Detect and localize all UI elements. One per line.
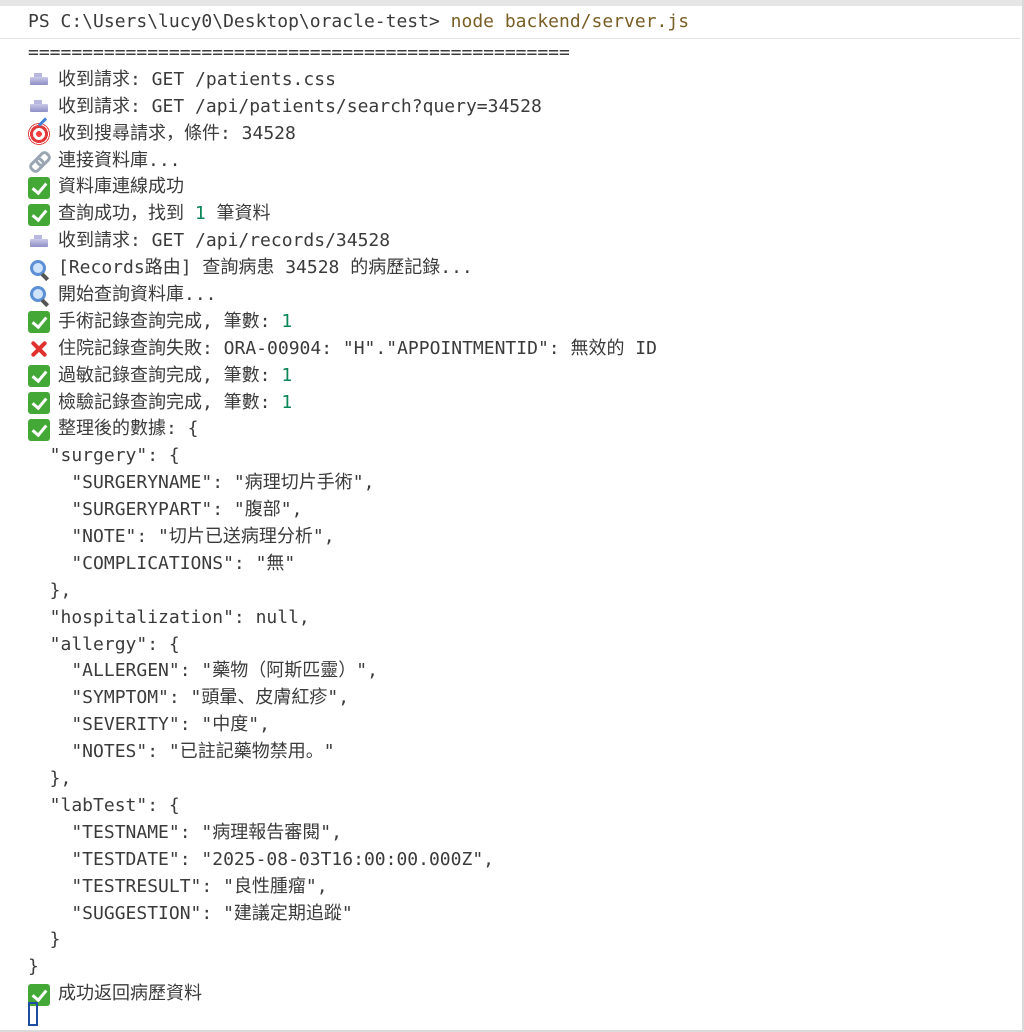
terminal-line-text: "COMPLICATIONS": "無" xyxy=(28,552,296,574)
terminal-line: "SUGGESTION": "建議定期追蹤" xyxy=(28,901,1018,928)
terminal-line: ========================================… xyxy=(28,40,1018,67)
terminal-line-text: "NOTES": "已註記藥物禁用。" xyxy=(28,741,335,763)
terminal-line: } xyxy=(28,927,1018,954)
check-icon xyxy=(28,176,50,199)
terminal-line-text: }, xyxy=(28,768,72,790)
terminal-line: "NOTE": "切片已送病理分析", xyxy=(28,524,1018,551)
terminal-line-text: "TESTRESULT": "良性腫瘤", xyxy=(28,875,328,897)
terminal-line: "TESTRESULT": "良性腫瘤", xyxy=(28,874,1018,901)
terminal-line-text: 手術記錄查詢完成, 筆數: xyxy=(58,310,282,332)
terminal-line-text: 收到請求: GET /api/patients/search?query=345… xyxy=(58,95,542,117)
prompt-divider xyxy=(0,38,1020,39)
terminal-line: 手術記錄查詢完成, 筆數: 1 xyxy=(28,309,1018,336)
link-icon xyxy=(28,150,50,172)
terminal-line: 過敏記錄查詢完成, 筆數: 1 xyxy=(28,363,1018,390)
terminal-line: "hospitalization": null, xyxy=(28,605,1018,632)
terminal-line: 整理後的數據: { xyxy=(28,416,1018,443)
terminal-line-text: 連接資料庫... xyxy=(58,149,181,171)
target-icon xyxy=(28,123,50,146)
terminal-line: "labTest": { xyxy=(28,793,1018,820)
terminal-line-text: ========================================… xyxy=(28,42,570,63)
terminal-line: 收到請求: GET /api/patients/search?query=345… xyxy=(28,94,1018,121)
check-icon xyxy=(28,392,50,415)
terminal-line: "TESTDATE": "2025-08-03T16:00:00.000Z", xyxy=(28,847,1018,874)
terminal-line-text: "labTest": { xyxy=(28,794,180,816)
terminal-cursor[interactable] xyxy=(28,1002,38,1026)
terminal-line: "NOTES": "已註記藥物禁用。" xyxy=(28,739,1018,766)
terminal-line: 檢驗記錄查詢完成, 筆數: 1 xyxy=(28,390,1018,417)
terminal-line-number: 1 xyxy=(281,391,293,413)
terminal-panel[interactable]: PS C:\Users\lucy0\Desktop\oracle-test> n… xyxy=(0,6,1020,1030)
terminal-line-text: 查詢成功，找到 xyxy=(58,203,195,225)
terminal-line: "SEVERITY": "中度", xyxy=(28,712,1018,739)
terminal-line: 住院記錄查詢失敗: ORA-00904: "H"."APPOINTMENTID"… xyxy=(28,336,1018,363)
terminal-line-text: "SEVERITY": "中度", xyxy=(28,714,270,736)
terminal-line-text: [Records路由] 查詢病患 34528 的病歷記錄... xyxy=(58,257,473,279)
inbox-icon xyxy=(28,231,50,253)
terminal-line-text: "SURGERYNAME": "病理切片手術", xyxy=(28,472,375,494)
terminal-line-number: 1 xyxy=(281,364,293,386)
terminal-line-text: "SUGGESTION": "建議定期追蹤" xyxy=(28,902,353,924)
terminal-line-number: 1 xyxy=(194,203,206,225)
terminal-line-text: } xyxy=(28,929,61,951)
terminal-line: 查詢成功，找到 1 筆資料 xyxy=(28,201,1018,228)
terminal-line: }, xyxy=(28,578,1018,605)
terminal-line: }, xyxy=(28,766,1018,793)
cross-icon xyxy=(28,338,50,360)
magnifier-icon xyxy=(28,258,50,280)
terminal-line-text: "allergy": { xyxy=(28,633,180,655)
terminal-line: 開始查詢資料庫... xyxy=(28,282,1018,309)
check-icon xyxy=(28,418,50,441)
terminal-line: } xyxy=(28,954,1018,981)
terminal-line-text: }, xyxy=(28,579,72,601)
terminal-line: [Records路由] 查詢病患 34528 的病歷記錄... xyxy=(28,255,1018,282)
terminal-line-text: "SYMPTOM": "頭暈、皮膚紅疹", xyxy=(28,687,350,709)
terminal-line: "ALLERGEN": "藥物（阿斯匹靈）", xyxy=(28,658,1018,685)
prompt-command: node backend/server.js xyxy=(450,11,690,32)
terminal-line-tail: 筆資料 xyxy=(205,203,271,225)
terminal-line: "COMPLICATIONS": "無" xyxy=(28,551,1018,578)
terminal-line-text: 資料庫連線成功 xyxy=(58,176,184,198)
terminal-line: 收到搜尋請求，條件: 34528 xyxy=(28,121,1018,148)
terminal-line-text: "surgery": { xyxy=(28,445,180,467)
prompt-path: PS C:\Users\lucy0\Desktop\oracle-test> xyxy=(28,11,451,32)
terminal-line-text: 收到請求: GET /api/records/34528 xyxy=(58,230,391,252)
magnifier-icon xyxy=(28,284,50,306)
inbox-icon xyxy=(28,69,50,91)
terminal-line-text: 開始查詢資料庫... xyxy=(58,284,217,306)
terminal-line: "SYMPTOM": "頭暈、皮膚紅疹", xyxy=(28,685,1018,712)
terminal-line-text: "TESTNAME": "病理報告審閱", xyxy=(28,821,342,843)
terminal-line: 連接資料庫... xyxy=(28,148,1018,175)
check-icon xyxy=(28,365,50,388)
terminal-line: 資料庫連線成功 xyxy=(28,174,1018,201)
terminal-line: "SURGERYPART": "腹部", xyxy=(28,497,1018,524)
terminal-line: "TESTNAME": "病理報告審閱", xyxy=(28,820,1018,847)
terminal-line-text: 收到搜尋請求，條件: 34528 xyxy=(58,122,296,144)
terminal-line-text: 檢驗記錄查詢完成, 筆數: xyxy=(58,391,282,413)
terminal-line: 成功返回病歷資料 xyxy=(28,981,1018,1008)
check-icon xyxy=(28,311,50,334)
terminal-line-text: 成功返回病歷資料 xyxy=(58,983,202,1005)
terminal-line-text: 過敏記錄查詢完成, 筆數: xyxy=(58,364,282,386)
terminal-line-text: 整理後的數據: { xyxy=(58,418,199,440)
prompt-line: PS C:\Users\lucy0\Desktop\oracle-test> n… xyxy=(28,9,689,35)
terminal-output: ========================================… xyxy=(28,40,1018,1008)
terminal-line-text: } xyxy=(28,956,39,978)
inbox-icon xyxy=(28,96,50,118)
terminal-line: "SURGERYNAME": "病理切片手術", xyxy=(28,470,1018,497)
terminal-line-text: "NOTE": "切片已送病理分析", xyxy=(28,526,335,548)
terminal-line-text: "SURGERYPART": "腹部", xyxy=(28,499,303,521)
terminal-line-text: "TESTDATE": "2025-08-03T16:00:00.000Z", xyxy=(28,848,494,870)
terminal-line: 收到請求: GET /patients.css xyxy=(28,67,1018,94)
terminal-line-text: 住院記錄查詢失敗: ORA-00904: "H"."APPOINTMENTID"… xyxy=(58,337,657,359)
terminal-line-text: "ALLERGEN": "藥物（阿斯匹靈）", xyxy=(28,660,378,682)
terminal-line-text: 收到請求: GET /patients.css xyxy=(58,68,336,90)
terminal-line: 收到請求: GET /api/records/34528 xyxy=(28,228,1018,255)
terminal-line-text: "hospitalization": null, xyxy=(28,606,310,628)
terminal-line-number: 1 xyxy=(281,310,293,332)
check-icon xyxy=(28,203,50,226)
terminal-line: "surgery": { xyxy=(28,443,1018,470)
terminal-line: "allergy": { xyxy=(28,632,1018,659)
